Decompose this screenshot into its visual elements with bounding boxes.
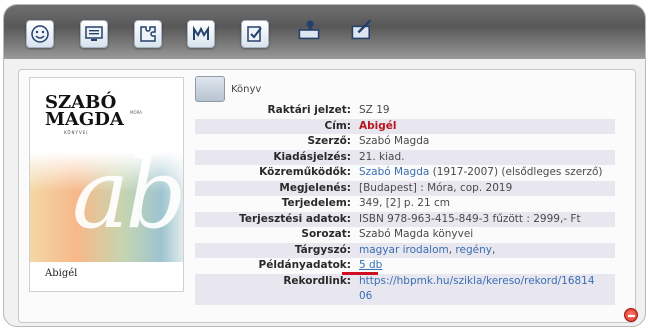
toolbar (4, 5, 645, 59)
field-row-raktari-jelzet: Raktári jelzet: SZ 19 (195, 103, 615, 119)
field-row-kiadasjelzes: Kiadásjelzés: 21. kiad. (195, 149, 615, 165)
field-row-terjedelem: Terjedelem: 349, [2] p. 21 cm (195, 196, 615, 212)
field-value: Szabó Magda könyvei (359, 228, 474, 240)
reader-icon[interactable] (295, 16, 323, 44)
close-icon[interactable] (624, 308, 638, 322)
field-label: Példányadatok: (258, 259, 351, 271)
field-value: Szabó Magda (1917-2007) (elsődleges szer… (355, 165, 615, 181)
cover-publisher: MÓRA (130, 110, 142, 115)
copies-highlight-underline (342, 272, 378, 275)
field-label: Tárgyszó: (294, 243, 351, 256)
field-row-sorozat: Sorozat: Szabó Magda könyvei (195, 227, 615, 243)
field-value: 5 db (355, 258, 615, 274)
window-frame: abig SZABÓ MAGDA KÖNYVEI MÓRA Abigél Kön… (3, 4, 646, 327)
cover-title: Abigél (45, 268, 78, 279)
field-row-rekordlink: Rekordlink: https://hbpmk.hu/szikla/kere… (195, 273, 615, 305)
field-label: Cím: (324, 119, 351, 132)
subject-link-regeny[interactable]: regény (455, 244, 492, 256)
record-details-table: Raktári jelzet: SZ 19 Cím: Abigél Szerző… (195, 103, 615, 305)
subject-link-magyar-irodalom[interactable]: magyar irodalom (359, 244, 449, 256)
field-label: Sorozat: (301, 228, 351, 240)
field-row-szerzo: Szerző: Szabó Magda (195, 134, 615, 150)
book-pen-icon[interactable] (348, 16, 376, 44)
field-row-terjesztesi-adatok: Terjesztési adatok: ISBN 978-963-415-849… (195, 211, 615, 227)
field-row-peldanyadatok: Példányadatok: 5 db (195, 258, 615, 274)
field-label: Közreműködők: (259, 166, 351, 178)
field-row-megjelenes: Megjelenés: [Budapest] : Móra, cop. 2019 (195, 180, 615, 196)
field-value: magyar irodalom, regény, (355, 243, 615, 259)
cover-art-letters: abig (72, 138, 183, 250)
field-value: 21. kiad. (359, 150, 405, 163)
copies-link[interactable]: 5 db (359, 259, 382, 271)
field-label: Kiadásjelzés: (273, 150, 351, 163)
field-value: SZ 19 (359, 104, 390, 116)
title-value: Abigél (359, 119, 397, 132)
puzzle-icon[interactable] (134, 20, 162, 48)
field-label: Terjesztési adatok: (239, 212, 351, 225)
book-type-icon (195, 76, 225, 102)
cover-author: SZABÓ MAGDA (45, 94, 124, 130)
smiley-icon[interactable] (26, 20, 54, 48)
field-label: Szerző: (307, 135, 352, 147)
subject-separator: , (448, 243, 453, 256)
field-value: [Budapest] : Móra, cop. 2019 (359, 181, 513, 194)
contributor-link[interactable]: Szabó Magda (359, 166, 429, 178)
record-link[interactable]: https://hbpmk.hu/szikla/kereso/rekord/16… (359, 275, 595, 287)
checklist-icon[interactable] (241, 20, 269, 48)
book-cover-image: abig SZABÓ MAGDA KÖNYVEI MÓRA Abigél (29, 77, 184, 292)
m-icon[interactable] (187, 20, 215, 48)
field-row-kozremukodok: Közreműködők: Szabó Magda (1917-2007) (e… (195, 165, 615, 181)
record-type-label: Könyv (231, 84, 262, 95)
computer-icon[interactable] (80, 20, 108, 48)
field-label: Megjelenés: (279, 181, 351, 194)
contributor-detail: (1917-2007) (elsődleges szerző) (429, 166, 603, 178)
field-value: ISBN 978-963-415-849-3 fűzött : 2999,- F… (359, 212, 581, 225)
field-label: Raktári jelzet: (267, 104, 351, 116)
field-value: Szabó Magda (359, 135, 430, 147)
field-value: https://hbpmk.hu/szikla/kereso/rekord/16… (355, 274, 615, 305)
field-row-targyszo: Tárgyszó: magyar irodalom, regény, (195, 242, 615, 259)
cover-subtitle: KÖNYVEI (64, 130, 89, 135)
cover-author-line2: MAGDA (45, 109, 124, 130)
field-value: 349, [2] p. 21 cm (359, 197, 450, 209)
field-row-cim: Cím: Abigél (195, 118, 615, 134)
field-label: Rekordlink: (283, 274, 351, 287)
record-link-continued[interactable]: 06 (359, 290, 372, 302)
field-label: Terjedelem: (281, 197, 351, 209)
subject-trailing-comma: , (491, 243, 496, 256)
record-panel: abig SZABÓ MAGDA KÖNYVEI MÓRA Abigél Kön… (18, 69, 636, 323)
